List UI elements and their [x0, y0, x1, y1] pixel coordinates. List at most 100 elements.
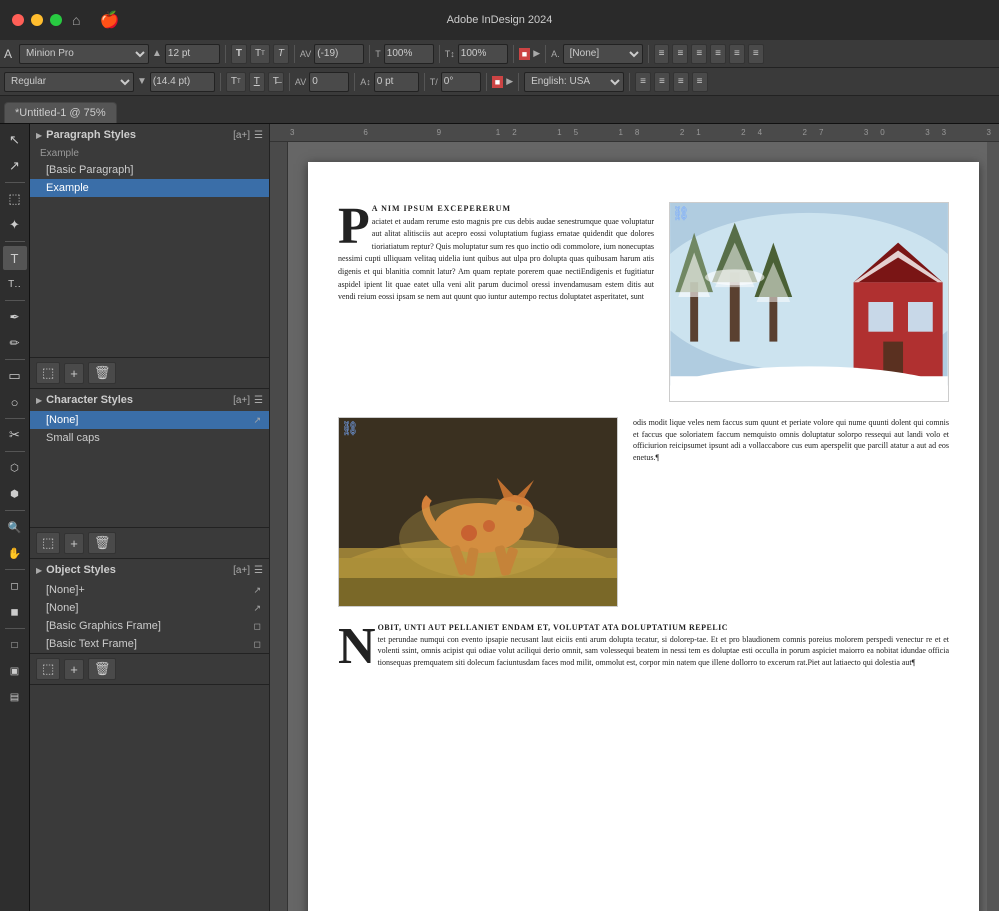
- small-caps-label: Small caps: [46, 432, 100, 444]
- select-tool[interactable]: ↖: [3, 128, 27, 152]
- basic-paragraph-item[interactable]: [Basic Paragraph]: [30, 161, 269, 179]
- new-obj-group-button[interactable]: ⬚: [36, 658, 60, 680]
- small-caps-item[interactable]: Small caps: [30, 429, 269, 447]
- font-family-select[interactable]: Minion Pro: [19, 44, 149, 64]
- home-icon[interactable]: ⌂: [72, 12, 80, 28]
- separator: [225, 45, 226, 63]
- expand-icon2[interactable]: ▶: [506, 76, 513, 87]
- new-char-style-button[interactable]: +: [64, 533, 84, 554]
- add-char-style-icon[interactable]: [a+]: [233, 395, 250, 406]
- paragraph-styles-header[interactable]: ▶ Paragraph Styles [a+] ☰: [30, 124, 269, 146]
- tracking-label: AV: [295, 77, 306, 87]
- character-styles-header[interactable]: ▶ Character Styles [a+] ☰: [30, 389, 269, 411]
- subscript-button[interactable]: TT: [226, 72, 246, 92]
- align-bottom-center[interactable]: ≡: [654, 72, 670, 92]
- body1-text: aciatet et audam rerume esto magnis pre …: [338, 217, 654, 302]
- separator: [294, 45, 295, 63]
- page-tool[interactable]: ⬚: [3, 187, 27, 211]
- italic-button[interactable]: T: [273, 44, 289, 64]
- zoom-tool[interactable]: 🔍: [3, 515, 27, 539]
- new-obj-style-button[interactable]: +: [64, 659, 84, 680]
- add-obj-style-icon[interactable]: [a+]: [233, 565, 250, 576]
- gradient-tool[interactable]: ⬡: [3, 456, 27, 480]
- document-tab[interactable]: *Untitled-1 @ 75%: [4, 102, 117, 123]
- none-char-item[interactable]: [None] ↗: [30, 411, 269, 429]
- scissors-tool[interactable]: ✂: [3, 423, 27, 447]
- toolbar-row2: Regular ▼ TT T T̶ AV A↕ T/ ■ ▶ English: …: [0, 68, 999, 96]
- baseline-input[interactable]: [374, 72, 419, 92]
- expand-icon[interactable]: ▶: [533, 48, 540, 59]
- preview-mode[interactable]: ▤: [3, 685, 27, 709]
- new-char-group-button[interactable]: ⬚: [36, 532, 60, 554]
- type-tool[interactable]: T: [3, 246, 27, 270]
- panel-scroll[interactable]: ▶ Paragraph Styles [a+] ☰ Example [Basic…: [30, 124, 269, 911]
- align-right[interactable]: ≡: [691, 44, 707, 64]
- align-left[interactable]: ≡: [654, 44, 670, 64]
- toolbar-row1: A Minion Pro ▲ T TT T AV T T↕ ■ ▶ A. [No…: [0, 40, 999, 68]
- frame-mode[interactable]: ▣: [3, 659, 27, 683]
- vert-scale-input[interactable]: [458, 44, 508, 64]
- menu-icon[interactable]: ☰: [254, 130, 263, 141]
- kerning-input[interactable]: [314, 44, 364, 64]
- horiz-scale-input[interactable]: [384, 44, 434, 64]
- pen-tool[interactable]: ✒: [3, 305, 27, 329]
- align-more[interactable]: ≡: [729, 44, 745, 64]
- font-size-input[interactable]: [165, 44, 220, 64]
- align-justify[interactable]: ≡: [710, 44, 726, 64]
- minimize-button[interactable]: [31, 14, 43, 26]
- underline-button[interactable]: T: [249, 72, 265, 92]
- rect-tool[interactable]: ▭: [3, 364, 27, 388]
- snow-scene-svg: [670, 203, 948, 401]
- pencil-tool[interactable]: ✏: [3, 331, 27, 355]
- none-obj-item[interactable]: [None] ↗: [30, 599, 269, 617]
- fill-box[interactable]: ◻: [3, 574, 27, 598]
- language-select[interactable]: English: USA: [524, 72, 624, 92]
- gap-tool[interactable]: ✦: [3, 213, 27, 237]
- separator: [513, 45, 514, 63]
- tracking-input[interactable]: [309, 72, 349, 92]
- basic-text-item[interactable]: [Basic Text Frame] ◻: [30, 635, 269, 653]
- swatch-tool[interactable]: ⬢: [3, 482, 27, 506]
- new-style-button[interactable]: +: [64, 363, 84, 384]
- color-box2: ■: [492, 76, 503, 88]
- separator: [354, 73, 355, 91]
- align-more2[interactable]: ≡: [748, 44, 764, 64]
- skew-input[interactable]: [441, 72, 481, 92]
- align-center[interactable]: ≡: [672, 44, 688, 64]
- none-select[interactable]: [None]: [563, 44, 643, 64]
- object-styles-header[interactable]: ▶ Object Styles [a+] ☰: [30, 559, 269, 581]
- close-button[interactable]: [12, 14, 24, 26]
- align-bottom-left[interactable]: ≡: [635, 72, 651, 92]
- normal-mode[interactable]: □: [3, 633, 27, 657]
- font-style-select[interactable]: Regular: [4, 72, 134, 92]
- strikethrough-button[interactable]: T̶: [268, 72, 284, 92]
- stroke-box[interactable]: ◼: [3, 600, 27, 624]
- canvas-content[interactable]: P A NIM IPSUM EXCEPERERUM aciatet et aud…: [288, 142, 999, 911]
- new-group-button[interactable]: ⬚: [36, 362, 60, 384]
- align-bottom-right[interactable]: ≡: [673, 72, 689, 92]
- window-controls[interactable]: [12, 14, 62, 26]
- example-paragraph-item[interactable]: Example: [30, 179, 269, 197]
- none-plus-item[interactable]: [None]+ ↗: [30, 581, 269, 599]
- add-style-icon[interactable]: [a+]: [233, 130, 250, 141]
- object-styles-section: ▶ Object Styles [a+] ☰ [None]+ ↗ [None] …: [30, 559, 269, 685]
- vertical-scrollbar[interactable]: [987, 142, 999, 911]
- char-menu-icon[interactable]: ☰: [254, 395, 263, 406]
- maximize-button[interactable]: [50, 14, 62, 26]
- canvas-area[interactable]: 3 6 9 12 15 18 21 24 27 30 33 36 39 42 4…: [270, 124, 999, 911]
- tool-separator: [5, 241, 25, 242]
- delete-style-button[interactable]: 🗑: [88, 362, 117, 384]
- superscript-button[interactable]: TT: [250, 44, 270, 64]
- delete-obj-style-button[interactable]: 🗑: [88, 658, 117, 680]
- delete-char-style-button[interactable]: 🗑: [88, 532, 117, 554]
- hand-tool[interactable]: ✋: [3, 541, 27, 565]
- direct-select-tool[interactable]: ↗: [3, 154, 27, 178]
- type-path-tool[interactable]: T‥: [3, 272, 27, 296]
- leading-input[interactable]: [150, 72, 215, 92]
- bold-button[interactable]: T: [231, 44, 247, 64]
- obj-menu-icon[interactable]: ☰: [254, 565, 263, 576]
- middle-section: ⛓: [338, 417, 949, 607]
- ellipse-tool[interactable]: ○: [3, 390, 27, 414]
- align-justified2[interactable]: ≡: [692, 72, 708, 92]
- basic-graphics-item[interactable]: [Basic Graphics Frame] ◻: [30, 617, 269, 635]
